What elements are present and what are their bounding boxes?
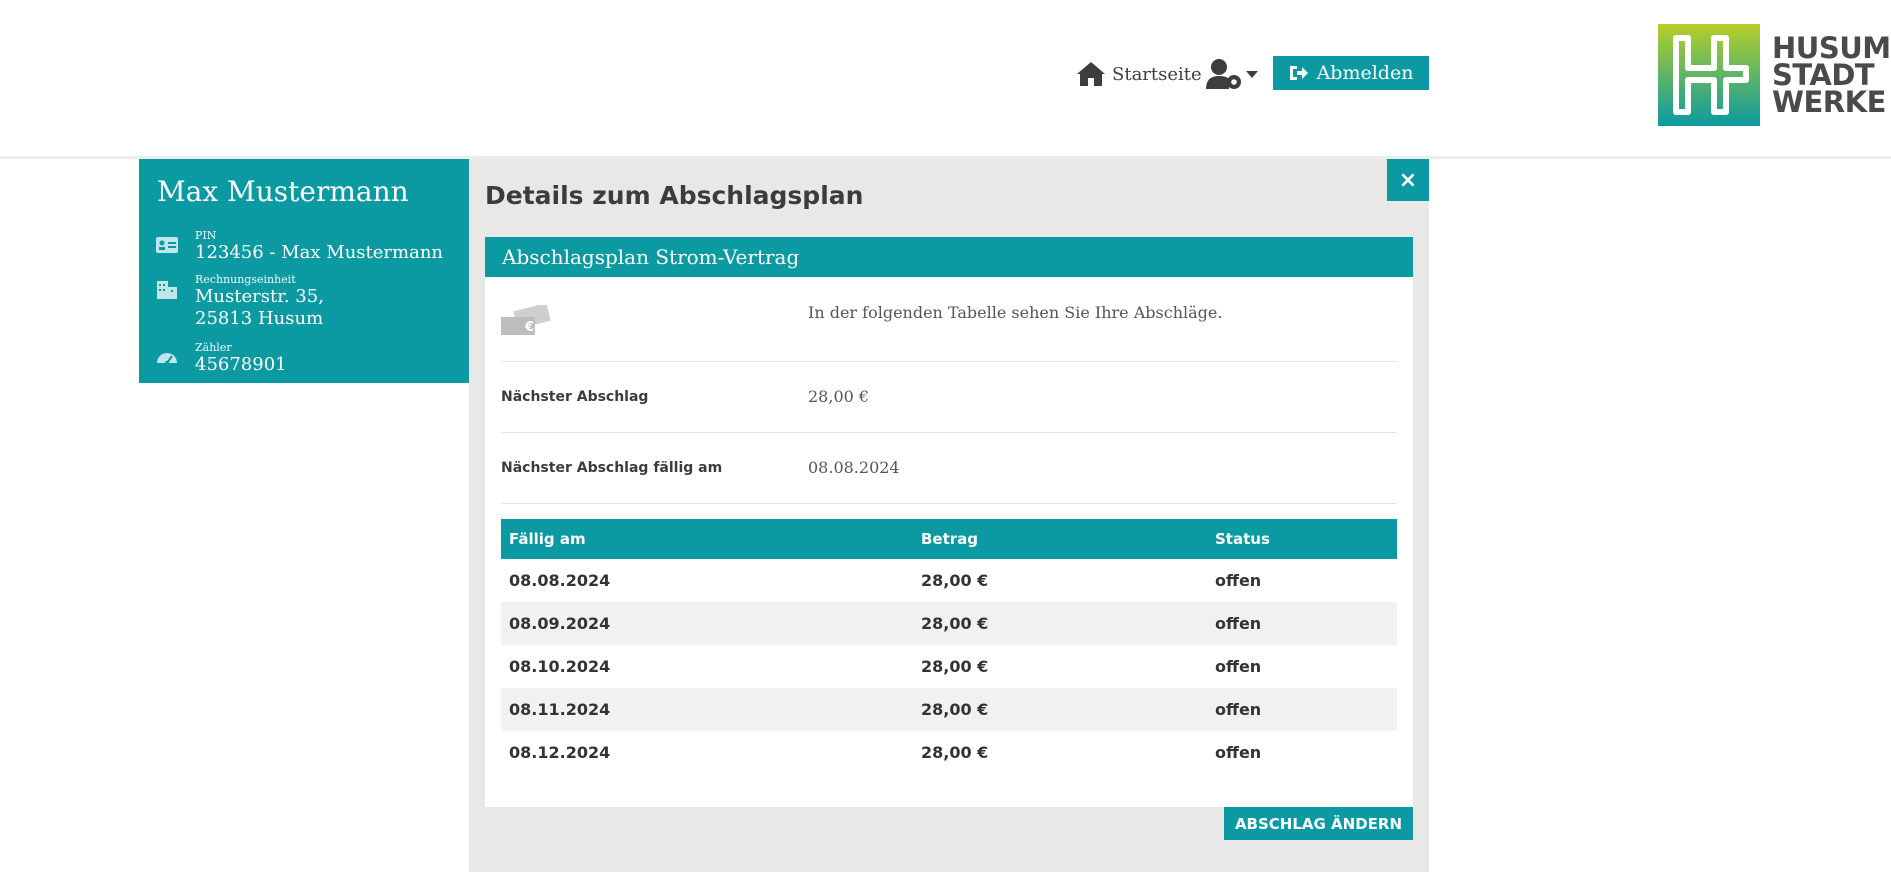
plan-box: Abschlagsplan Strom-Vertrag € In der fol… <box>485 237 1413 807</box>
col-header-status: Status <box>1207 519 1397 559</box>
user-gear-icon <box>1206 59 1241 89</box>
user-settings-menu[interactable] <box>1206 58 1258 90</box>
svg-text:€: € <box>524 320 534 335</box>
cell-status: offen <box>1207 602 1397 645</box>
nav-home-label: Startseite <box>1112 63 1202 85</box>
cell-amount: 28,00 € <box>913 602 1207 645</box>
id-card-icon <box>156 237 178 253</box>
cell-due: 08.09.2024 <box>501 602 913 645</box>
cell-status: offen <box>1215 657 1262 676</box>
pin-value: 123456 - Max Mustermann <box>195 242 444 263</box>
unit-line-1: Musterstr. 35, <box>195 286 324 307</box>
table-row: 08.10.2024 28,00 € offen <box>501 645 1397 688</box>
cell-status: offen <box>1215 571 1262 590</box>
plan-box-title: Abschlagsplan Strom-Vertrag <box>485 237 1413 277</box>
customer-unit-row: Rechnungseinheit Musterstr. 35, 25813 Hu… <box>155 273 324 330</box>
company-logo[interactable]: HUSUM STADT WERKE <box>1658 24 1891 126</box>
building-icon <box>157 281 177 299</box>
table-header-row: Fällig am Betrag Status <box>501 519 1397 559</box>
logo-line-3: WERKE <box>1772 84 1886 119</box>
close-button[interactable]: × <box>1387 159 1429 201</box>
next-installment-row: Nächster Abschlag 28,00 € <box>501 361 1397 433</box>
unit-label: Rechnungseinheit <box>195 273 296 286</box>
customer-name: Max Mustermann <box>157 175 409 208</box>
cell-amount: 28,00 € <box>921 743 989 762</box>
nav-home-link[interactable]: Startseite <box>1076 60 1202 88</box>
logo-mark-icon <box>1658 24 1760 126</box>
cell-due: 08.11.2024 <box>501 688 913 731</box>
cell-amount: 28,00 € <box>913 688 1207 731</box>
cell-due: 08.08.2024 <box>509 571 611 590</box>
logout-label: Abmelden <box>1316 62 1414 84</box>
meter-label: Zähler <box>195 341 232 354</box>
col-header-due: Fällig am <box>501 519 913 559</box>
cell-amount: 28,00 € <box>921 571 989 590</box>
gauge-icon <box>157 353 177 365</box>
cell-due: 08.10.2024 <box>509 657 611 676</box>
sign-out-icon <box>1289 66 1308 80</box>
next-due-value: 08.08.2024 <box>808 458 900 477</box>
unit-line-2: 25813 Husum <box>195 308 324 329</box>
next-due-row: Nächster Abschlag fällig am 08.08.2024 <box>501 432 1397 504</box>
cell-due: 08.12.2024 <box>509 743 611 762</box>
site-header: Startseite Abmelden HUSUM STADT WERKE <box>0 0 1891 159</box>
payment-plan-panel: × Details zum Abschlagsplan Abschlagspla… <box>469 159 1429 872</box>
chevron-down-icon <box>1246 71 1258 78</box>
table-row: 08.11.2024 28,00 € offen <box>501 688 1397 731</box>
meter-value: 45678901 <box>195 354 287 375</box>
pin-label: PIN <box>195 229 217 242</box>
intro-text: In der folgenden Tabelle sehen Sie Ihre … <box>808 303 1223 322</box>
table-row: 08.08.2024 28,00 € offen <box>501 559 1397 602</box>
customer-pin-row: PIN 123456 - Max Mustermann <box>155 229 443 264</box>
intro-row: € In der folgenden Tabelle sehen Sie Ihr… <box>501 277 1397 362</box>
money-icon: € <box>501 305 551 335</box>
logout-button[interactable]: Abmelden <box>1273 56 1429 90</box>
next-installment-label: Nächster Abschlag <box>501 389 649 405</box>
cell-amount: 28,00 € <box>921 657 989 676</box>
change-installment-button[interactable]: ABSCHLAG ÄNDERN <box>1224 807 1413 840</box>
table-row: 08.09.2024 28,00 € offen <box>501 602 1397 645</box>
customer-card: Max Mustermann PIN 123456 - Max Musterma… <box>139 159 469 383</box>
col-header-amount: Betrag <box>913 519 1207 559</box>
logo-wordmark: HUSUM STADT WERKE <box>1772 33 1891 119</box>
customer-meter-row: Zähler 45678901 <box>155 341 287 376</box>
next-due-label: Nächster Abschlag fällig am <box>501 460 723 476</box>
cell-status: offen <box>1207 688 1397 731</box>
cell-status: offen <box>1215 743 1262 762</box>
page-title: Details zum Abschlagsplan <box>485 181 864 210</box>
installment-table: Fällig am Betrag Status 08.08.2024 28,00… <box>501 519 1397 774</box>
home-icon <box>1077 62 1105 86</box>
table-row: 08.12.2024 28,00 € offen <box>501 731 1397 774</box>
next-installment-value: 28,00 € <box>808 387 870 406</box>
